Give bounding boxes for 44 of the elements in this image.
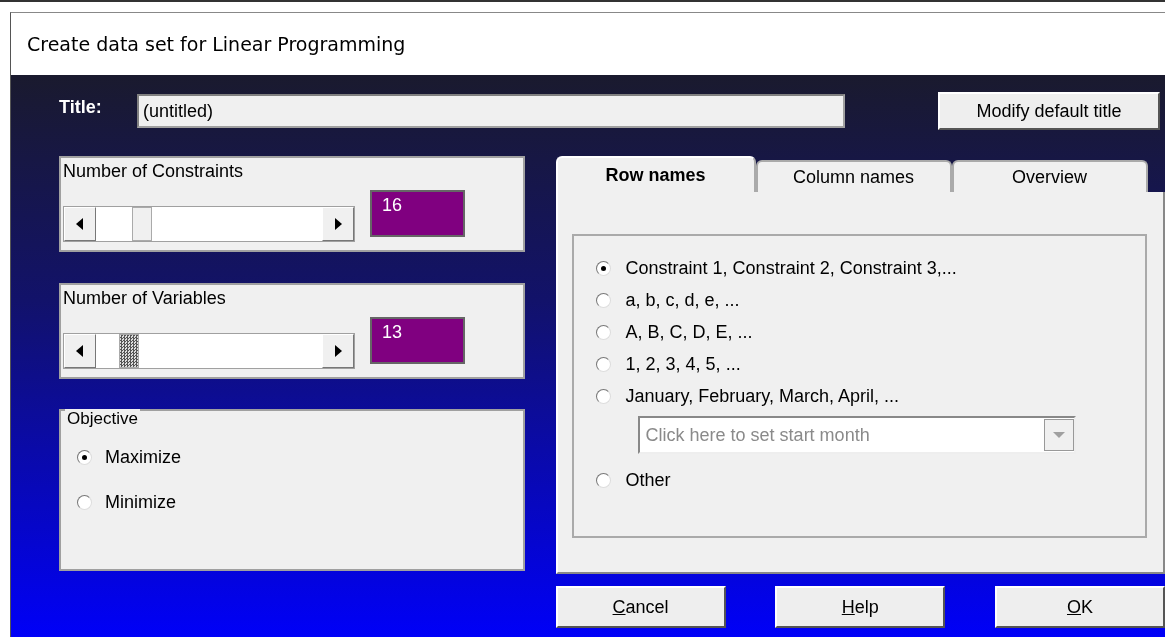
slider-label: Number of Variables (63, 288, 227, 309)
tab[interactable]: Overview (951, 160, 1148, 192)
left-arrow-icon (75, 217, 85, 231)
radio-option[interactable]: Minimize (77, 490, 523, 514)
scroll-right-button[interactable] (322, 334, 354, 368)
right-arrow-icon (333, 217, 343, 231)
right-arrow-icon (333, 344, 343, 358)
title-field[interactable]: (untitled) (137, 94, 845, 128)
left-arrow-icon (75, 344, 85, 358)
radio-option[interactable]: Other (595, 468, 1145, 493)
radio-option[interactable]: a, b, c, d, e, ... (595, 288, 1145, 313)
slider-label: Number of Constraints (63, 161, 245, 182)
dialog-button[interactable]: OK (995, 586, 1165, 628)
dropdown-caret-icon (1043, 419, 1074, 451)
tab[interactable]: Column names (755, 160, 952, 192)
value-display: 13 (370, 317, 465, 364)
dialog-button[interactable]: Cancel (555, 586, 726, 628)
radio-button[interactable] (595, 325, 611, 340)
radio-option[interactable]: January, February, March, April, ... (595, 384, 1145, 409)
radio-button[interactable] (595, 357, 611, 372)
scroll-thumb[interactable] (132, 207, 153, 241)
scroll-left-button[interactable] (64, 334, 96, 368)
radio-option[interactable]: 1, 2, 3, 4, 5, ... (595, 352, 1145, 377)
radio-button[interactable] (77, 449, 92, 465)
scrollbar[interactable] (63, 206, 355, 242)
group-legend: Objective (65, 409, 140, 429)
value-display: 16 (370, 190, 465, 237)
title-label: Title: (59, 96, 103, 118)
window-title: Create data set for Linear Programming (27, 33, 406, 55)
radio-option[interactable]: Maximize (77, 445, 523, 469)
modify-title-button[interactable]: Modify default title (938, 92, 1160, 130)
scroll-left-button[interactable] (64, 207, 96, 241)
radio-option[interactable]: Constraint 1, Constraint 2, Constraint 3,... (595, 256, 1145, 281)
radio-button[interactable] (595, 473, 611, 488)
radio-option[interactable]: A, B, C, D, E, ... (595, 320, 1145, 345)
radio-button[interactable] (595, 389, 611, 404)
radio-button[interactable] (77, 494, 92, 510)
radio-button[interactable] (595, 261, 611, 276)
tab[interactable]: Row names (555, 156, 756, 192)
radio-button[interactable] (595, 293, 611, 308)
dialog-button[interactable]: Help (775, 586, 946, 628)
scrollbar[interactable] (63, 333, 355, 369)
scroll-thumb[interactable] (118, 334, 139, 368)
scroll-right-button[interactable] (322, 207, 354, 241)
